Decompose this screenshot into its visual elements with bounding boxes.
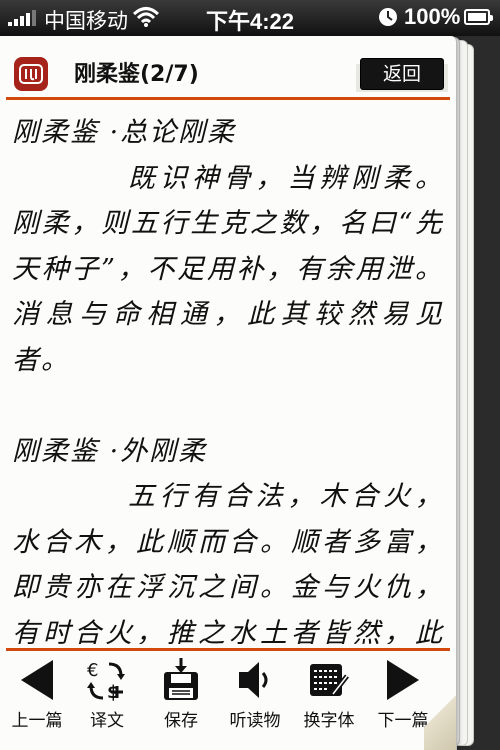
font-keyboard-icon — [310, 664, 349, 696]
speaker-icon — [239, 662, 268, 698]
change-font-button[interactable]: 换字体 — [292, 648, 366, 750]
book-page: 刚柔鉴(2/7) 返回 刚柔鉴 ·总论刚柔 既识神骨，当辨刚柔。刚柔，则五行生克… — [0, 36, 457, 750]
listen-button[interactable]: 听读物 — [218, 648, 292, 750]
prev-arrow-icon — [21, 660, 53, 700]
bottom-toolbar: 上一篇 € $ 译文 保存 听读物 — [0, 648, 456, 750]
translate-icon: € $ — [87, 660, 125, 702]
save-disk-icon — [164, 658, 198, 700]
save-button[interactable]: 保存 — [144, 648, 218, 750]
battery-percent: 100% — [404, 4, 461, 29]
section-text: 既识神骨，当辨刚柔。刚柔，则五行生克之数，名曰“先天种子”，不足用补，有余用泄。… — [12, 162, 444, 376]
translate-button[interactable]: € $ 译文 — [70, 648, 144, 750]
header-divider — [6, 97, 450, 100]
status-bar: 中国移动 下午4:22 100% — [0, 0, 500, 36]
reading-content[interactable]: 刚柔鉴 ·总论刚柔 既识神骨，当辨刚柔。刚柔，则五行生克之数，名曰“先天种子”，… — [12, 110, 444, 644]
section-text: 五行有合法，木合火，水合木，此顺而合。顺者多富，即贵亦在浮沉之间。金与火仇，有时… — [12, 481, 444, 644]
section-heading: 刚柔鉴 ·总论刚柔 — [12, 117, 237, 148]
prev-article-button[interactable]: 上一篇 — [0, 648, 74, 750]
seal-logo-icon — [14, 57, 48, 91]
page-curl-corner[interactable] — [424, 690, 456, 750]
battery-icon — [464, 9, 493, 25]
lock-rotation-icon — [379, 8, 397, 26]
back-button[interactable]: 返回 — [360, 58, 444, 90]
svg-text:€: € — [87, 660, 98, 681]
page-header: 刚柔鉴(2/7) 返回 — [0, 36, 456, 100]
next-arrow-icon — [387, 660, 419, 700]
page-title: 刚柔鉴(2/7) — [74, 62, 199, 87]
section-heading: 刚柔鉴 ·外刚柔 — [12, 435, 208, 467]
